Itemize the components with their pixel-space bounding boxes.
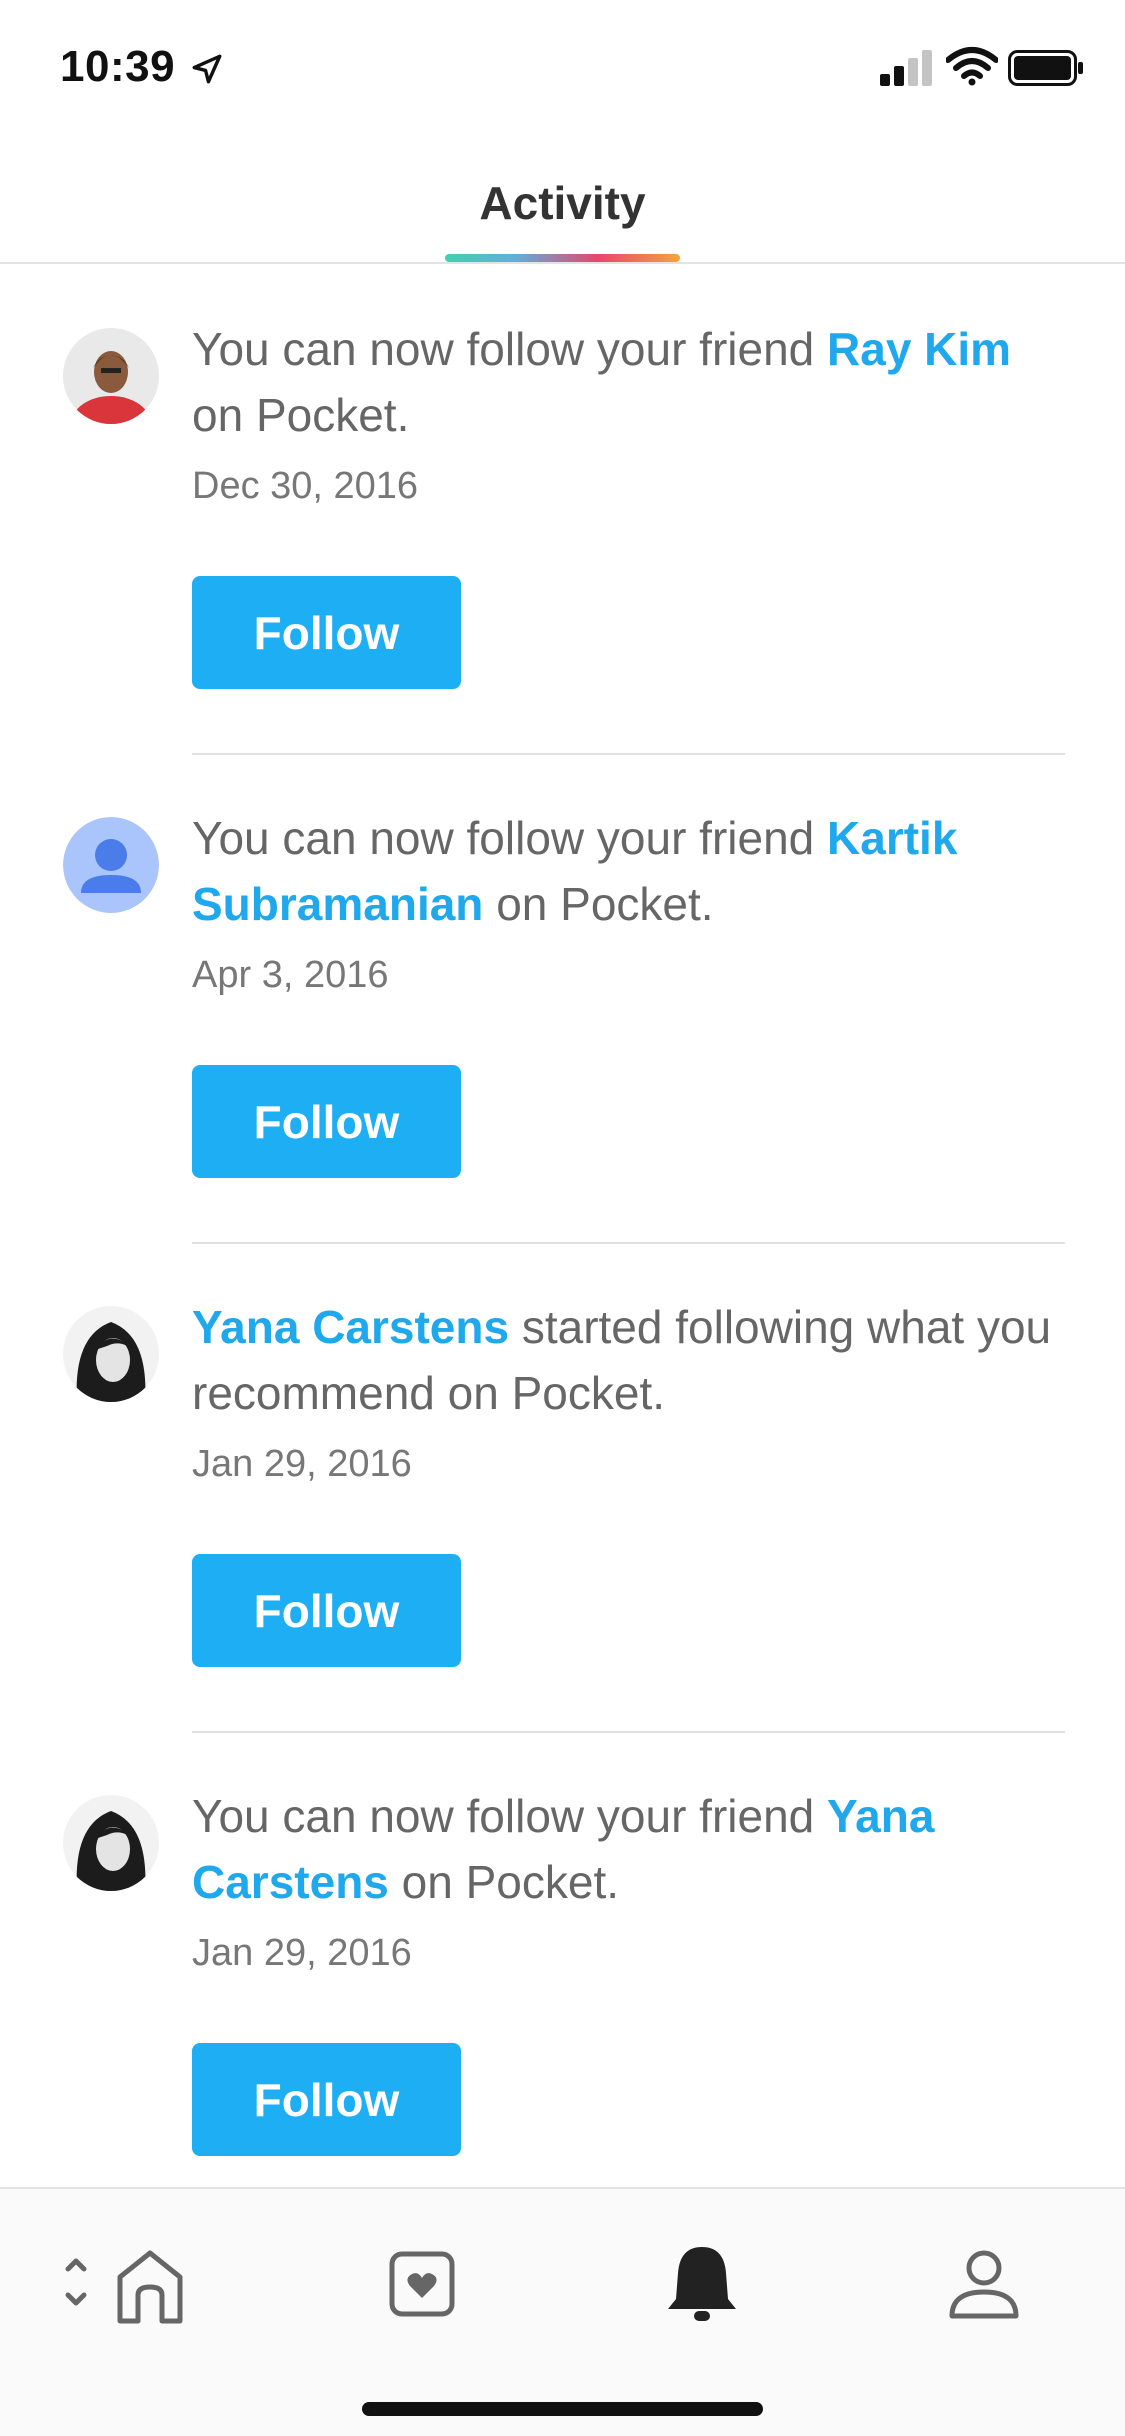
home-icon <box>65 2250 183 2324</box>
message-suffix: on Pocket. <box>483 878 714 930</box>
message-prefix: You can now follow your friend <box>192 812 828 864</box>
status-time: 10:39 <box>60 42 176 91</box>
bottom-nav <box>0 2187 1125 2436</box>
avatar[interactable] <box>63 817 159 913</box>
activity-date: Apr 3, 2016 <box>192 954 389 996</box>
header: Activity <box>0 140 1125 264</box>
friend-name-link[interactable]: Yana Carstens <box>192 1301 509 1353</box>
activity-feed: You can now follow your friend Ray Kim o… <box>0 266 1125 2222</box>
activity-date: Jan 29, 2016 <box>192 1443 412 1485</box>
battery-icon <box>1008 50 1083 86</box>
home-indicator[interactable] <box>362 2402 763 2416</box>
location-arrow-icon <box>192 54 222 84</box>
default-user-icon <box>63 817 159 913</box>
cellular-signal-icon <box>880 50 932 86</box>
status-bar: 10:39 <box>0 0 1125 140</box>
follow-button[interactable]: Follow <box>192 576 461 689</box>
activity-message: You can now follow your friend Kartik Su… <box>192 805 1072 937</box>
item-body: You can now follow your friend Kartik Su… <box>192 805 1072 1001</box>
activity-message: Yana Carstens started following what you… <box>192 1294 1072 1426</box>
message-suffix: on Pocket. <box>192 389 410 441</box>
item-body: You can now follow your friend Yana Cars… <box>192 1783 1072 1979</box>
nav-profile[interactable] <box>929 2229 1039 2339</box>
activity-bell-icon <box>668 2247 736 2321</box>
message-prefix: You can now follow your friend <box>192 1790 828 1842</box>
message-suffix: on Pocket. <box>388 1856 620 1908</box>
activity-message: You can now follow your friend Yana Cars… <box>192 1783 1072 1915</box>
activity-date: Dec 30, 2016 <box>192 465 419 507</box>
follow-button[interactable]: Follow <box>192 1065 461 1178</box>
nav-home[interactable] <box>46 2229 196 2339</box>
item-body: Yana Carstens started following what you… <box>192 1294 1072 1490</box>
activity-date: Jan 29, 2016 <box>192 1932 412 1974</box>
wifi-icon <box>946 47 998 86</box>
item-body: You can now follow your friend Ray Kim o… <box>192 316 1072 512</box>
follow-button[interactable]: Follow <box>192 2043 461 2156</box>
active-tab-indicator <box>445 254 680 262</box>
list-item: You can now follow your friend Yana Cars… <box>0 1733 1125 2222</box>
message-prefix: You can now follow your friend <box>192 323 828 375</box>
nav-activity[interactable] <box>647 2229 757 2339</box>
activity-message: You can now follow your friend Ray Kim o… <box>192 316 1072 448</box>
list-item: You can now follow your friend Ray Kim o… <box>0 266 1125 755</box>
follow-button[interactable]: Follow <box>192 1554 461 1667</box>
user-photo-icon <box>63 1795 159 1891</box>
tab-activity[interactable]: Activity <box>0 176 1125 230</box>
list-item: Yana Carstens started following what you… <box>0 1244 1125 1733</box>
avatar[interactable] <box>63 328 159 424</box>
avatar[interactable] <box>63 1795 159 1891</box>
profile-icon <box>949 2250 1019 2319</box>
friend-name-link[interactable]: Ray Kim <box>827 323 1011 375</box>
nav-saves[interactable] <box>367 2229 477 2339</box>
user-photo-icon <box>63 328 159 424</box>
saves-icon <box>389 2251 455 2317</box>
list-item: You can now follow your friend Kartik Su… <box>0 755 1125 1244</box>
avatar[interactable] <box>63 1306 159 1402</box>
user-photo-icon <box>63 1306 159 1402</box>
